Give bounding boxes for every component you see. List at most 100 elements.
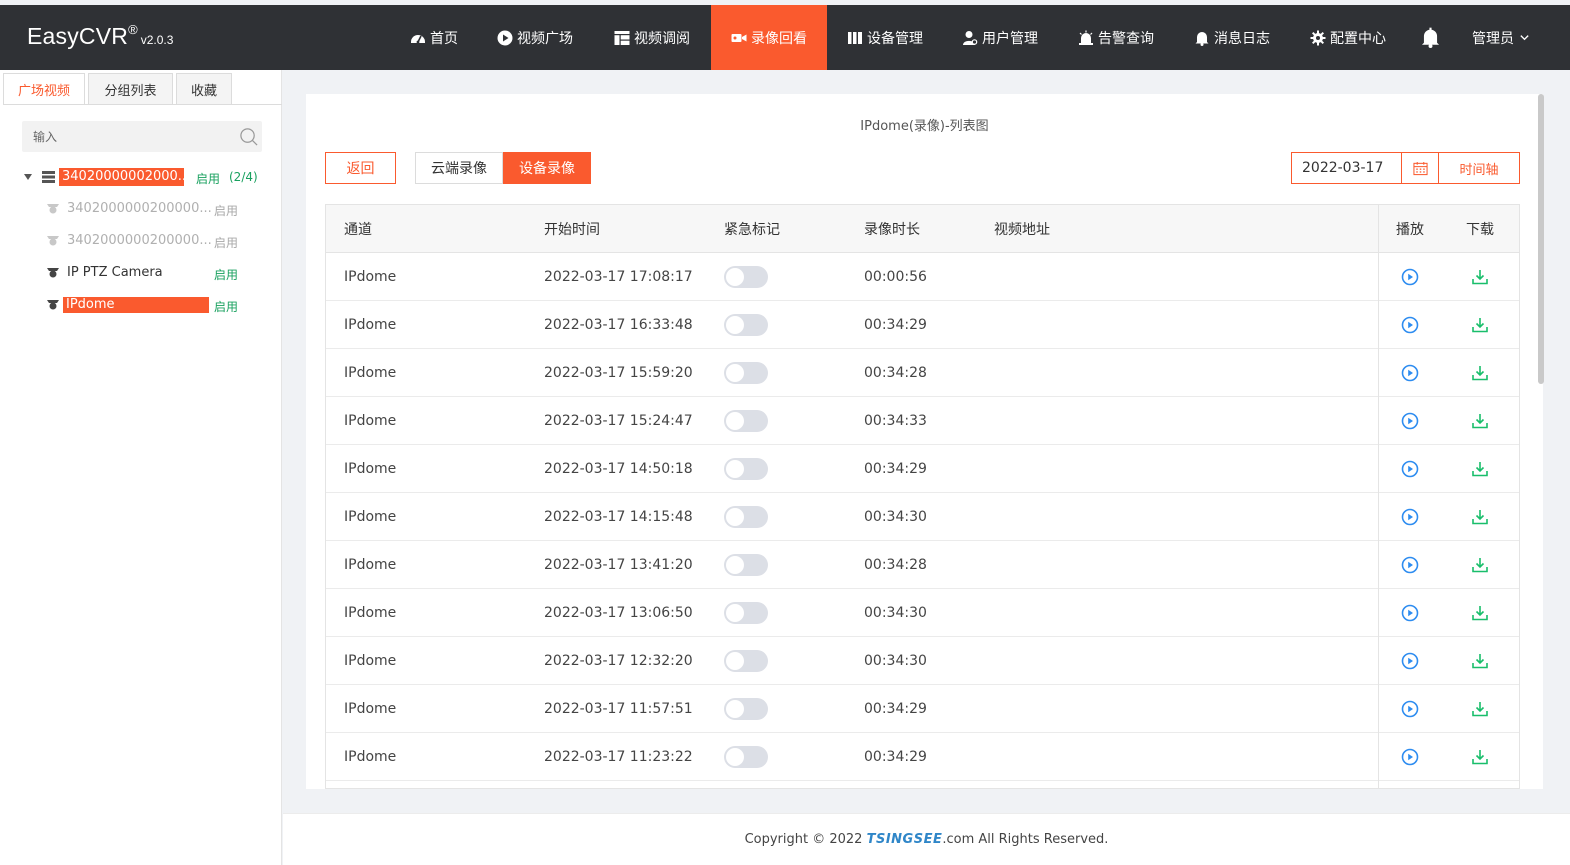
notification-button[interactable] [1419,5,1441,70]
play-icon[interactable] [1401,460,1419,478]
urgent-toggle[interactable] [724,650,768,672]
date-input[interactable]: 2022-03-17 [1292,153,1402,183]
nav-video-view[interactable]: 视频调阅 [614,5,690,70]
download-icon[interactable] [1471,556,1489,574]
nav-video-square[interactable]: 视频广场 [497,5,573,70]
urgent-toggle[interactable] [724,506,768,528]
nav-user-manage[interactable]: 用户管理 [962,5,1038,70]
download-icon[interactable] [1471,652,1489,670]
play-icon[interactable] [1401,316,1419,334]
cell-channel: IPdome [344,701,397,717]
play-icon[interactable] [1401,748,1419,766]
table-row: IPdome 2022-03-17 11:57:51 00:34:29 [326,685,1519,733]
tree-root-node[interactable]: 34020000002000... 启用 (2/4) [0,166,282,188]
footer-brand-logo[interactable]: TSINGSEE [867,832,943,847]
col-urgent-mark: 紧急标记 [724,222,780,238]
page-scrollbar[interactable] [1538,94,1544,384]
download-icon[interactable] [1471,748,1489,766]
bell-icon [1194,30,1210,46]
calendar-button[interactable] [1402,153,1439,183]
play-icon[interactable] [1401,268,1419,286]
cell-duration: 00:34:29 [864,461,927,477]
play-icon[interactable] [1401,364,1419,382]
urgent-toggle[interactable] [724,410,768,432]
download-icon[interactable] [1471,604,1489,622]
search-icon[interactable] [239,127,258,146]
nav-label: 首页 [430,30,458,47]
tree-root-status: 启用 [196,172,221,186]
cell-channel: IPdome [344,509,397,525]
tab-favorites[interactable]: 收藏 [176,73,232,105]
nav-home[interactable]: 首页 [410,5,458,70]
server-icon [847,30,863,46]
cloud-record-button[interactable]: 云端录像 [415,152,503,184]
nav-label: 消息日志 [1214,30,1270,47]
tree-node-label: 3402000000200000... [67,233,212,248]
app-logo[interactable]: EasyCVR®v2.0.3 [27,22,174,50]
device-search [22,121,262,152]
user-menu[interactable]: 管理员 [1472,5,1530,70]
tree-root-label: 34020000002000... [59,168,184,186]
col-play: 播放 [1396,222,1424,238]
play-icon[interactable] [1401,508,1419,526]
download-icon[interactable] [1471,460,1489,478]
nav-label: 配置中心 [1330,30,1386,47]
download-icon[interactable] [1471,700,1489,718]
cell-start-time: 2022-03-17 14:50:18 [544,461,693,477]
tab-divider [3,104,282,105]
footer-rights: .com All Rights Reserved. [942,832,1109,847]
footer: Copyright © 2022 TSINGSEE .com All Rights… [283,813,1570,865]
caret-down-icon[interactable] [24,174,32,180]
app-version: v2.0.3 [140,33,174,47]
play-icon[interactable] [1401,700,1419,718]
date-picker: 2022-03-17 时间轴 [1291,152,1520,184]
record-source-toggle: 云端录像 设备录像 [415,152,591,184]
search-input[interactable] [22,121,232,152]
cell-start-time: 2022-03-17 15:59:20 [544,365,693,381]
urgent-toggle[interactable] [724,554,768,576]
dome-camera-icon [47,300,59,310]
col-duration: 录像时长 [864,222,920,238]
download-icon[interactable] [1471,364,1489,382]
cell-duration: 00:34:33 [864,413,927,429]
download-icon[interactable] [1471,316,1489,334]
device-record-button[interactable]: 设备录像 [503,152,591,184]
col-start-time: 开始时间 [544,222,600,238]
video-camera-icon [731,30,747,46]
cell-duration: 00:34:29 [864,701,927,717]
cell-start-time: 2022-03-17 13:06:50 [544,605,693,621]
nav-playback[interactable]: 录像回看 [711,5,827,70]
nav-device-manage[interactable]: 设备管理 [847,5,923,70]
table-row: IPdome 2022-03-17 14:50:18 00:34:29 [326,445,1519,493]
urgent-toggle[interactable] [724,602,768,624]
tab-group-list[interactable]: 分组列表 [88,73,173,105]
table-row: IPdome 2022-03-17 15:24:47 00:34:33 [326,397,1519,445]
nav-message-log[interactable]: 消息日志 [1194,5,1270,70]
nav-alarm-query[interactable]: 告警查询 [1078,5,1154,70]
table-row: IPdome 2022-03-17 14:15:48 00:34:30 [326,493,1519,541]
urgent-toggle[interactable] [724,746,768,768]
urgent-toggle[interactable] [724,314,768,336]
tree-node-channel-2[interactable]: 3402000000200000... 启用 [0,230,282,252]
tree-node-ip-ptz-camera[interactable]: IP PTZ Camera 启用 [0,262,282,284]
play-icon[interactable] [1401,604,1419,622]
urgent-toggle[interactable] [724,698,768,720]
play-icon[interactable] [1401,652,1419,670]
urgent-toggle[interactable] [724,266,768,288]
download-icon[interactable] [1471,508,1489,526]
urgent-toggle[interactable] [724,362,768,384]
gear-icon [1310,30,1326,46]
download-icon[interactable] [1471,268,1489,286]
download-icon[interactable] [1471,412,1489,430]
play-icon[interactable] [1401,412,1419,430]
cell-duration: 00:34:30 [864,653,927,669]
urgent-toggle[interactable] [724,458,768,480]
timeline-button[interactable]: 时间轴 [1439,153,1519,183]
dome-camera-icon [47,204,59,214]
play-icon[interactable] [1401,556,1419,574]
back-button[interactable]: 返回 [325,152,396,184]
tree-node-channel-1[interactable]: 3402000000200000... 启用 [0,198,282,220]
tree-node-ipdome[interactable]: IPdome 启用 [0,294,282,316]
tab-square-video[interactable]: 广场视频 [3,73,85,105]
nav-config-center[interactable]: 配置中心 [1310,5,1386,70]
